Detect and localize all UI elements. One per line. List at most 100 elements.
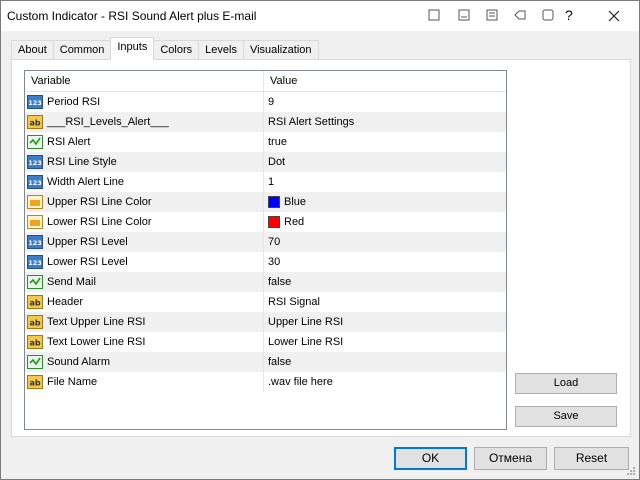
variable-name: Sound Alarm <box>47 356 110 368</box>
table-row[interactable]: 123 Lower RSI Level 30 <box>25 252 506 272</box>
restore-icon[interactable] <box>509 5 531 25</box>
value-cell[interactable]: false <box>264 352 506 372</box>
table-row[interactable]: Send Mail false <box>25 272 506 292</box>
string-type-icon: ab <box>27 374 43 390</box>
value-cell[interactable]: .wav file here <box>264 372 506 392</box>
value-cell[interactable]: false <box>264 272 506 292</box>
save-button[interactable]: Save <box>515 406 617 427</box>
value-text: Red <box>284 216 305 228</box>
value-cell[interactable]: 30 <box>264 252 506 272</box>
inputs-grid: Variable Value 123 Period RSI 9 ab ___RSI_Le… <box>24 70 507 430</box>
variable-name: ___RSI_Levels_Alert___ <box>47 116 169 128</box>
integer-type-icon: 123 <box>27 254 43 270</box>
table-row[interactable]: ab File Name .wav file here <box>25 372 506 392</box>
value-cell[interactable]: RSI Alert Settings <box>264 112 506 132</box>
tab-levels[interactable]: Levels <box>198 40 244 60</box>
tab-inputs[interactable]: Inputs <box>110 37 155 60</box>
resize-grip-icon[interactable] <box>626 466 636 476</box>
table-row[interactable]: 123 Width Alert Line 1 <box>25 172 506 192</box>
value-cell[interactable]: true <box>264 132 506 152</box>
value-cell[interactable]: Dot <box>264 152 506 172</box>
value-cell[interactable]: 9 <box>264 92 506 112</box>
value-text: false <box>268 356 292 368</box>
load-button[interactable]: Load <box>515 373 617 394</box>
cancel-button[interactable]: Отмена <box>474 447 547 470</box>
svg-text:123: 123 <box>28 159 42 167</box>
table-row[interactable]: ab Text Upper Line RSI Upper Line RSI <box>25 312 506 332</box>
svg-text:ab: ab <box>29 319 40 328</box>
value-text: 70 <box>268 236 281 248</box>
string-type-icon: ab <box>27 294 43 310</box>
value-text: Upper Line RSI <box>268 316 344 328</box>
value-cell[interactable]: RSI Signal <box>264 292 506 312</box>
minimize-icon[interactable] <box>453 5 475 25</box>
value-cell[interactable]: 70 <box>264 232 506 252</box>
value-text: Blue <box>284 196 307 208</box>
variable-name: RSI Alert <box>47 136 91 148</box>
value-cell[interactable]: Lower Line RSI <box>264 332 506 352</box>
table-row[interactable]: ab Header RSI Signal <box>25 292 506 312</box>
variable-cell: 123 Period RSI <box>25 92 264 112</box>
svg-text:ab: ab <box>29 299 40 308</box>
variable-cell: ab Text Upper Line RSI <box>25 312 264 332</box>
table-row[interactable]: 123 Period RSI 9 <box>25 92 506 112</box>
variable-cell: RSI Alert <box>25 132 264 152</box>
variable-name: File Name <box>47 376 98 388</box>
table-row[interactable]: Upper RSI Line Color Blue <box>25 192 506 212</box>
table-row[interactable]: Sound Alarm false <box>25 352 506 372</box>
table-row[interactable]: 123 Upper RSI Level 70 <box>25 232 506 252</box>
string-type-icon: ab <box>27 114 43 130</box>
variable-cell: ab ___RSI_Levels_Alert___ <box>25 112 264 132</box>
table-row[interactable]: Lower RSI Line Color Red <box>25 212 506 232</box>
close-button[interactable] <box>601 5 627 27</box>
value-text: 30 <box>268 256 281 268</box>
value-cell[interactable]: 1 <box>264 172 506 192</box>
svg-text:ab: ab <box>29 339 40 348</box>
close-icon <box>608 10 620 22</box>
variable-cell: ab File Name <box>25 372 264 392</box>
value-text: false <box>268 276 292 288</box>
value-text: 9 <box>268 96 275 108</box>
variable-cell: 123 Upper RSI Level <box>25 232 264 252</box>
tab-visualization[interactable]: Visualization <box>242 40 319 60</box>
column-header-variable[interactable]: Variable <box>25 71 264 92</box>
reset-button[interactable]: Reset <box>554 447 629 470</box>
variable-cell: ab Header <box>25 292 264 312</box>
value-cell[interactable]: Blue <box>264 192 506 212</box>
maximize-icon[interactable] <box>537 5 559 25</box>
table-row[interactable]: ab ___RSI_Levels_Alert___ RSI Alert Settin… <box>25 112 506 132</box>
value-text: RSI Signal <box>268 296 320 308</box>
tab-common[interactable]: Common <box>52 40 112 60</box>
table-row[interactable]: ab Text Lower Line RSI Lower Line RSI <box>25 332 506 352</box>
indicator-dialog: Custom Indicator - RSI Sound Alert plus … <box>0 0 640 480</box>
variable-cell: Upper RSI Line Color <box>25 192 264 212</box>
string-type-icon: ab <box>27 314 43 330</box>
window-title: Custom Indicator - RSI Sound Alert plus … <box>7 9 257 23</box>
tab-colors[interactable]: Colors <box>153 40 200 60</box>
value-text: Lower Line RSI <box>268 336 344 348</box>
integer-type-icon: 123 <box>27 94 43 110</box>
value-cell[interactable]: Upper Line RSI <box>264 312 506 332</box>
column-header-value[interactable]: Value <box>264 71 506 92</box>
ok-button[interactable]: OK <box>394 447 467 470</box>
integer-type-icon: 123 <box>27 154 43 170</box>
svg-text:ab: ab <box>29 379 40 388</box>
help-button[interactable]: ? <box>565 7 573 23</box>
tab-strip: About Common Inputs Colors Levels Visual… <box>11 37 319 60</box>
integer-type-icon: 123 <box>27 234 43 250</box>
table-row[interactable]: RSI Alert true <box>25 132 506 152</box>
variable-name: Lower RSI Level <box>47 256 128 268</box>
value-text: Dot <box>268 156 286 168</box>
svg-text:123: 123 <box>28 179 42 187</box>
variable-name: Upper RSI Level <box>47 236 128 248</box>
color-type-icon <box>27 214 43 230</box>
variable-name: Send Mail <box>47 276 96 288</box>
title-bar[interactable]: Custom Indicator - RSI Sound Alert plus … <box>1 1 639 31</box>
svg-text:123: 123 <box>28 99 42 107</box>
tab-about[interactable]: About <box>11 40 54 60</box>
table-row[interactable]: 123 RSI Line Style Dot <box>25 152 506 172</box>
window-list-icon[interactable] <box>481 5 503 25</box>
pin-icon[interactable] <box>423 5 445 25</box>
value-cell[interactable]: Red <box>264 212 506 232</box>
variable-name: RSI Line Style <box>47 156 117 168</box>
